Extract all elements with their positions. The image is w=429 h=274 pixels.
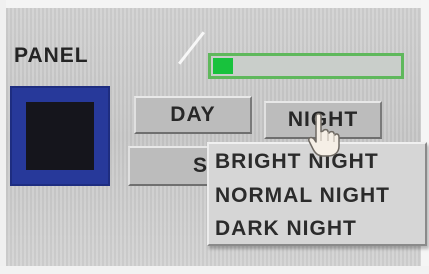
panel-label: PANEL — [14, 44, 89, 67]
screen-glare — [178, 31, 205, 65]
day-button[interactable]: DAY — [134, 96, 252, 134]
panel-indicator-center — [26, 102, 94, 170]
level-bar-fill — [213, 58, 233, 74]
s-button[interactable]: S — [128, 146, 218, 186]
menu-item-normal-night[interactable]: NORMAL NIGHT — [215, 184, 390, 208]
level-bar — [208, 53, 404, 79]
frame-left — [0, 0, 6, 274]
panel-indicator — [10, 86, 110, 186]
menu-item-dark-night[interactable]: DARK NIGHT — [215, 217, 357, 241]
display-screen: PANEL DAY NIGHT S BRIGHT NIGHT NORMAL NI… — [0, 0, 429, 274]
pointing-hand-icon — [308, 113, 340, 157]
menu-item-bright-night[interactable]: BRIGHT NIGHT — [215, 150, 379, 174]
frame-top — [0, 0, 429, 8]
frame-bottom — [0, 266, 429, 274]
